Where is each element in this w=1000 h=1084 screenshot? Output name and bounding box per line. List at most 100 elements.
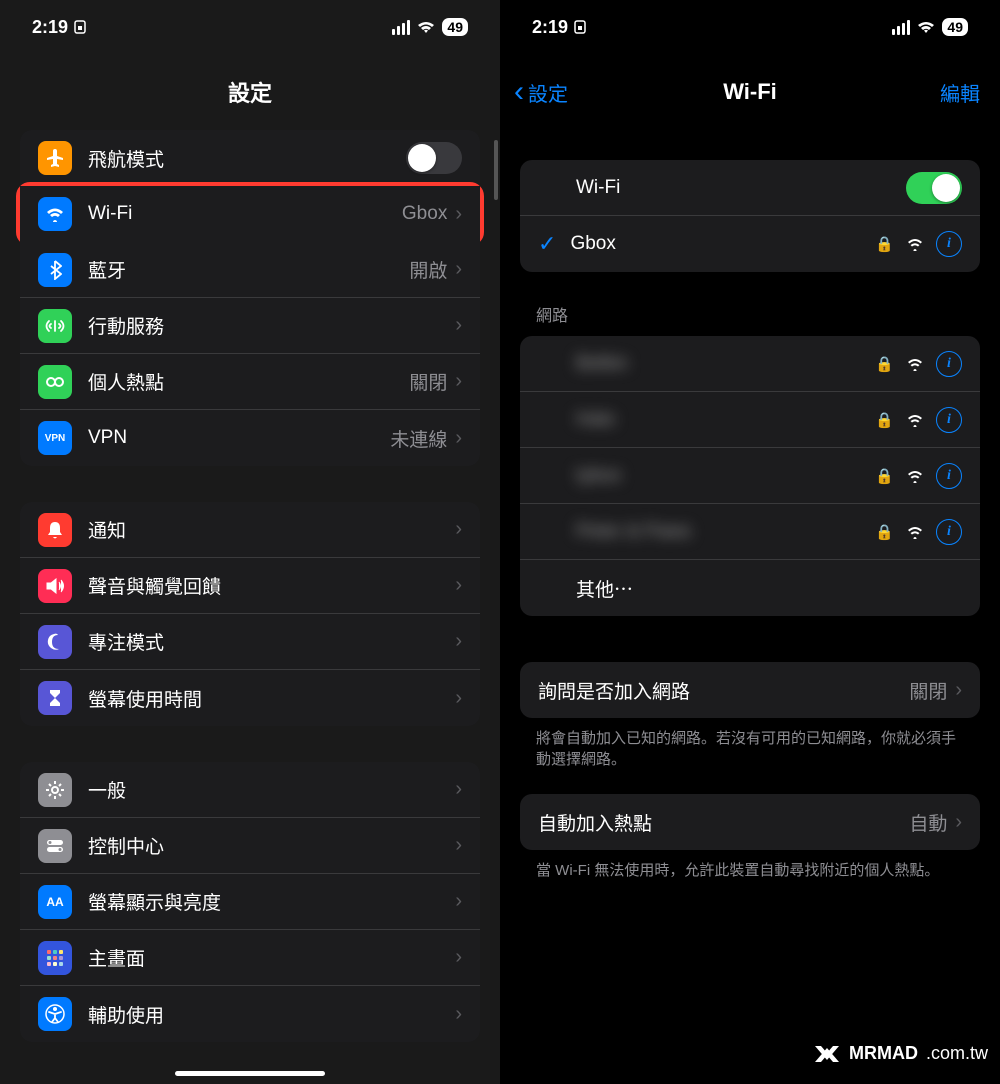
watermark: MRMAD .com.tw	[813, 1043, 988, 1064]
row-label: 一般	[88, 776, 455, 803]
wifi-icon	[38, 197, 72, 231]
status-time: 2:19	[32, 17, 68, 38]
settings-screen: 2:19 49 設定 飛航模式	[0, 0, 500, 1084]
cellular-icon	[38, 309, 72, 343]
info-button[interactable]: i	[936, 407, 962, 433]
row-label: 詢問是否加入網路	[538, 677, 909, 704]
watermark-brand: MRMAD	[849, 1043, 918, 1064]
row-label: 行動服務	[88, 312, 455, 339]
chevron-right-icon: ›	[455, 518, 462, 541]
chevron-right-icon: ›	[455, 1003, 462, 1026]
row-connected-network[interactable]: ✓ Gbox 🔒 i	[520, 216, 980, 272]
row-label: 螢幕顯示與亮度	[88, 888, 455, 915]
watermark-logo-icon	[813, 1044, 841, 1064]
row-control-center[interactable]: 控制中心 ›	[20, 818, 480, 874]
info-button[interactable]: i	[936, 463, 962, 489]
row-label: 通知	[88, 516, 455, 543]
wifi-toggle[interactable]	[906, 172, 962, 204]
airplane-toggle[interactable]	[406, 142, 462, 174]
wifi-signal-icon	[906, 469, 924, 483]
accessibility-icon	[38, 997, 72, 1031]
section-header-networks: 網路	[500, 272, 1000, 336]
info-button[interactable]: i	[936, 519, 962, 545]
lock-icon: 🔒	[875, 355, 894, 373]
row-value: 自動	[909, 809, 947, 836]
chevron-right-icon: ›	[955, 679, 962, 702]
chevron-right-icon: ›	[955, 811, 962, 834]
row-hotspot[interactable]: 個人熱點 關閉 ›	[20, 354, 480, 410]
battery-badge: 49	[442, 18, 468, 36]
page-title: Wi-Fi	[723, 79, 777, 105]
bell-icon	[38, 513, 72, 547]
speaker-icon	[38, 569, 72, 603]
back-button[interactable]: ‹ 設定	[514, 75, 568, 109]
row-label: 自動加入熱點	[538, 809, 909, 836]
battery-badge: 49	[942, 18, 968, 36]
back-label: 設定	[528, 78, 568, 107]
home-indicator[interactable]	[175, 1071, 325, 1076]
row-auto-join-hotspot[interactable]: 自動加入熱點 自動 ›	[520, 794, 980, 850]
row-sounds[interactable]: 聲音與觸覺回饋 ›	[20, 558, 480, 614]
row-wifi-toggle: Wi-Fi	[520, 160, 980, 216]
row-ask-to-join[interactable]: 詢問是否加入網路 關閉 ›	[520, 662, 980, 718]
chevron-left-icon: ‹	[514, 75, 524, 109]
row-general[interactable]: 一般 ›	[20, 762, 480, 818]
network-name: Belkin	[576, 353, 875, 375]
chevron-right-icon: ›	[455, 314, 462, 337]
scrollbar[interactable]	[494, 140, 498, 200]
status-bar: 2:19 49	[500, 0, 1000, 54]
watermark-domain: .com.tw	[926, 1043, 988, 1064]
edit-button[interactable]: 編輯	[940, 78, 980, 107]
row-bluetooth[interactable]: 藍牙 開啟 ›	[20, 242, 480, 298]
chevron-right-icon: ›	[455, 630, 462, 653]
nav-header: ‹ 設定 Wi-Fi 編輯	[500, 54, 1000, 130]
lock-icon: 🔒	[875, 235, 894, 253]
bluetooth-icon	[38, 253, 72, 287]
row-screentime[interactable]: 螢幕使用時間 ›	[20, 670, 480, 726]
row-focus[interactable]: 專注模式 ›	[20, 614, 480, 670]
row-label: Wi-Fi	[88, 203, 402, 225]
row-network[interactable]: Peter & Paws 🔒 i	[520, 504, 980, 560]
row-home-screen[interactable]: 主畫面 ›	[20, 930, 480, 986]
info-button[interactable]: i	[936, 231, 962, 257]
chevron-right-icon: ›	[455, 427, 462, 450]
status-bar: 2:19 49	[0, 0, 500, 54]
row-network[interactable]: tybox 🔒 i	[520, 448, 980, 504]
chevron-right-icon: ›	[455, 370, 462, 393]
chevron-right-icon: ›	[455, 574, 462, 597]
row-display[interactable]: AA 螢幕顯示與亮度 ›	[20, 874, 480, 930]
row-label: 主畫面	[88, 944, 455, 971]
status-time: 2:19	[532, 17, 568, 38]
wifi-signal-icon	[906, 525, 924, 539]
row-label: VPN	[88, 427, 390, 449]
row-label: 個人熱點	[88, 368, 409, 395]
chevron-right-icon: ›	[455, 890, 462, 913]
row-other-network[interactable]: 其他⋯	[520, 560, 980, 616]
row-vpn[interactable]: VPN VPN 未連線 ›	[20, 410, 480, 466]
sim-icon	[574, 20, 586, 34]
row-value: 關閉	[409, 368, 447, 395]
row-notifications[interactable]: 通知 ›	[20, 502, 480, 558]
row-label: 控制中心	[88, 832, 455, 859]
row-network[interactable]: Belkin 🔒 i	[520, 336, 980, 392]
row-label: 飛航模式	[88, 145, 406, 172]
row-wifi[interactable]: Wi-Fi Gbox ›	[20, 186, 480, 242]
hotspot-icon	[38, 365, 72, 399]
row-label: 藍牙	[88, 256, 409, 283]
row-value: 未連線	[390, 425, 447, 452]
network-name: Gbox	[570, 233, 875, 255]
row-network[interactable]: Halo 🔒 i	[520, 392, 980, 448]
chevron-right-icon: ›	[455, 778, 462, 801]
hourglass-icon	[38, 681, 72, 715]
info-button[interactable]: i	[936, 351, 962, 377]
row-label: 輔助使用	[88, 1001, 455, 1028]
wifi-signal-icon	[906, 357, 924, 371]
row-airplane-mode[interactable]: 飛航模式	[20, 130, 480, 186]
row-label: 其他⋯	[576, 575, 962, 602]
row-cellular[interactable]: 行動服務 ›	[20, 298, 480, 354]
wifi-status-icon	[916, 20, 936, 34]
cellular-signal-icon	[392, 20, 410, 35]
row-accessibility[interactable]: 輔助使用 ›	[20, 986, 480, 1042]
row-label: 專注模式	[88, 628, 455, 655]
airplane-icon	[38, 141, 72, 175]
